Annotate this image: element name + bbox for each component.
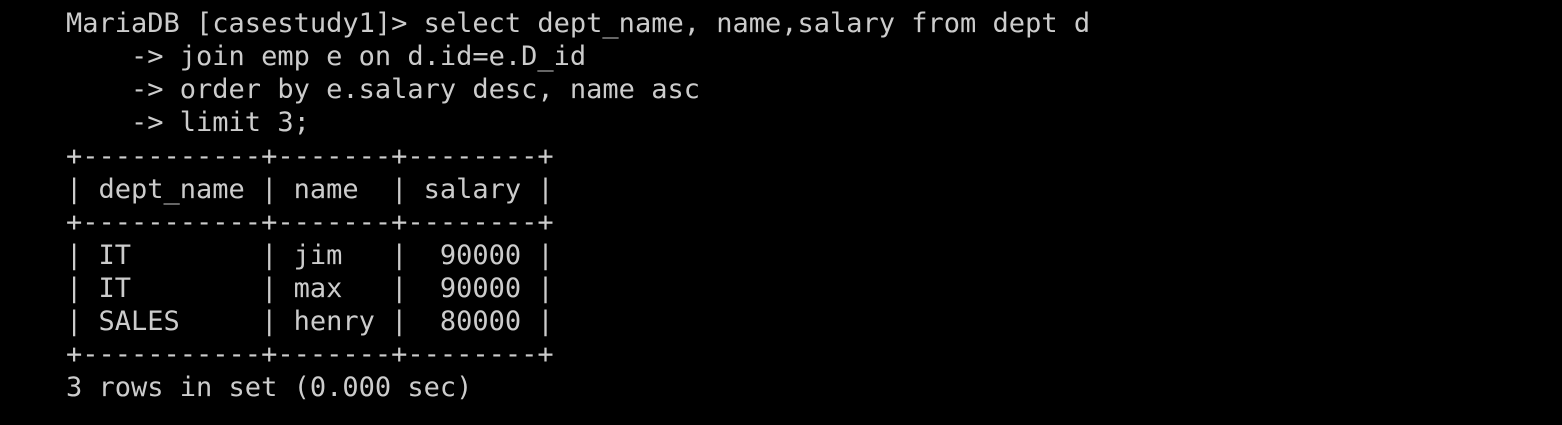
prompt-query-line: MariaDB [casestudy1]> select dept_name, …: [66, 8, 1091, 39]
query-continuation-join: -> join emp e on d.id=e.D_id: [66, 41, 587, 72]
query-continuation-order: -> order by e.salary desc, name asc: [66, 74, 700, 105]
table-border-header: +-----------+-------+--------+: [66, 207, 554, 238]
query-continuation-limit: -> limit 3;: [66, 107, 310, 138]
table-border-bottom: +-----------+-------+--------+: [66, 339, 554, 370]
terminal-window[interactable]: MariaDB [casestudy1]> select dept_name, …: [0, 0, 1562, 425]
table-header-row: | dept_name | name | salary |: [66, 174, 554, 205]
table-border-top: +-----------+-------+--------+: [66, 141, 554, 172]
result-summary: 3 rows in set (0.000 sec): [66, 372, 473, 403]
table-row: | IT | max | 90000 |: [66, 273, 554, 304]
table-row: | SALES | henry | 80000 |: [66, 306, 554, 337]
table-row: | IT | jim | 90000 |: [66, 240, 554, 271]
